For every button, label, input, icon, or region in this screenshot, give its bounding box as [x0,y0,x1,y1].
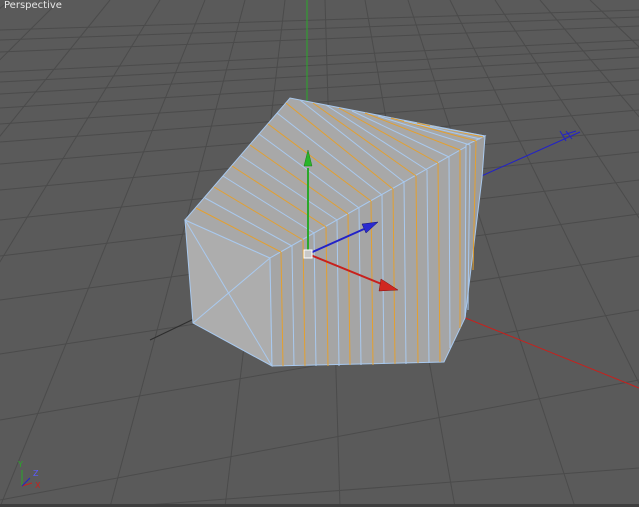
gizmo-center-handle[interactable] [303,249,313,259]
viewport-title[interactable]: Perspective [2,0,64,12]
3d-scene-canvas[interactable] [0,0,639,507]
view-axis-indicator [21,470,33,487]
axis-y-label: Y [18,460,23,469]
axis-x-label: X [35,481,41,490]
perspective-viewport[interactable]: Perspective Y Z X [0,0,639,507]
axis-z-label: Z [33,469,39,478]
polygon-object[interactable] [184,97,487,367]
